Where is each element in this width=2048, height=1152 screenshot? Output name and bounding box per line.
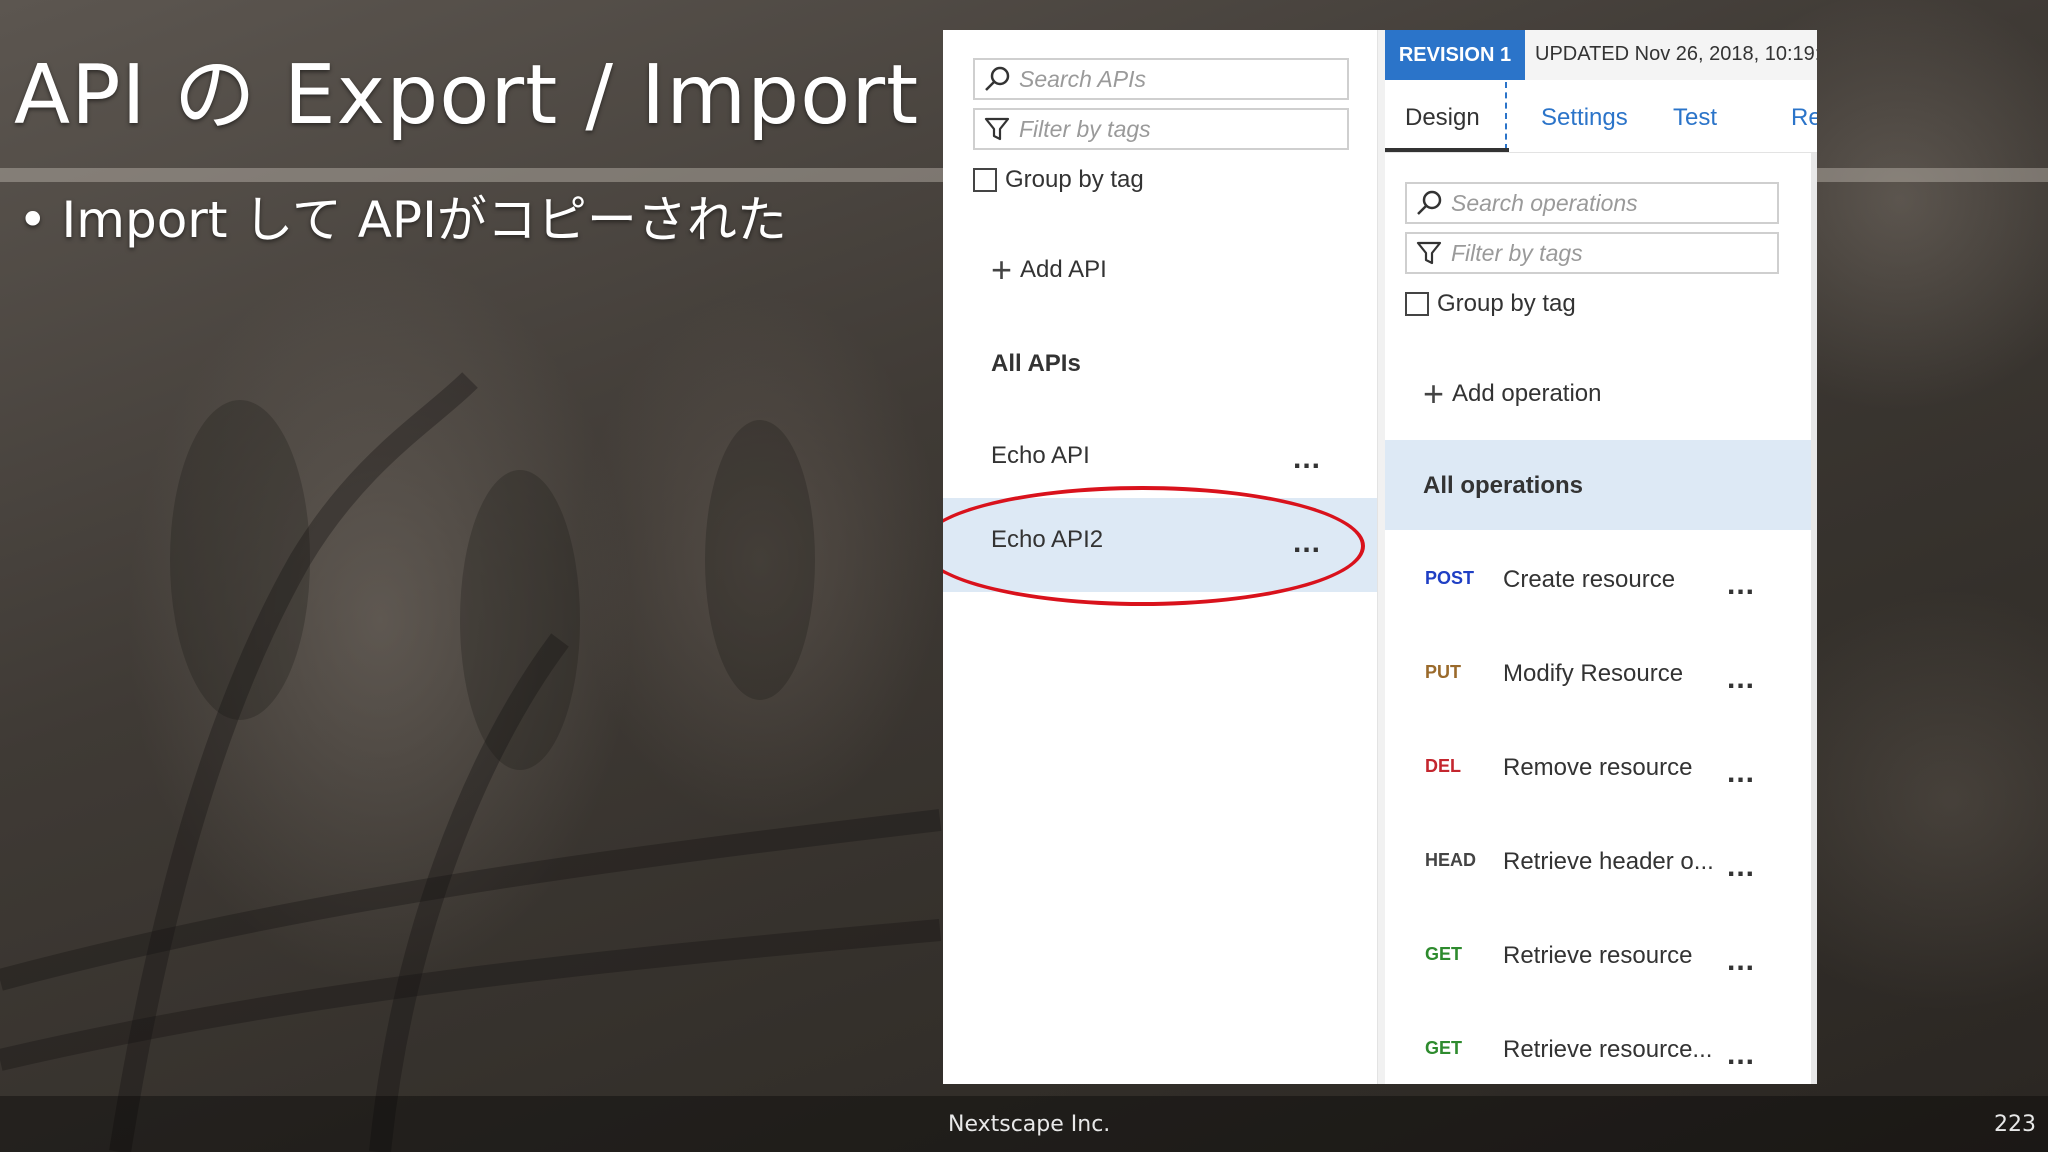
group-by-tag-label: Group by tag bbox=[1005, 166, 1144, 193]
group-by-tag-label: Group by tag bbox=[1437, 290, 1576, 317]
http-method-badge: POST bbox=[1425, 568, 1475, 588]
tab-focus-outline bbox=[1505, 82, 1507, 150]
api-name: Echo API bbox=[991, 442, 1090, 469]
group-by-tag-checkbox[interactable] bbox=[973, 168, 997, 192]
revision-bar: REVISION 1 UPDATED Nov 26, 2018, 10:19:5 bbox=[1385, 30, 1817, 80]
filter-operations-input[interactable]: Filter by tags bbox=[1405, 232, 1779, 274]
more-options-icon[interactable]: ... bbox=[1293, 444, 1321, 474]
all-apis-header[interactable]: All APIs bbox=[991, 350, 1081, 378]
operation-name: Retrieve resource... bbox=[1503, 1036, 1713, 1063]
footer-company: Nextscape Inc. bbox=[948, 1112, 1111, 1137]
api-list-pane: Search APIs Filter by tags Group by tag … bbox=[943, 30, 1377, 1084]
revision-badge[interactable]: REVISION 1 bbox=[1385, 30, 1525, 80]
scrollbar[interactable] bbox=[1811, 153, 1817, 1084]
filter-apis-input[interactable]: Filter by tags bbox=[973, 108, 1349, 150]
group-by-tag-checkbox[interactable] bbox=[1405, 292, 1429, 316]
add-operation-label: Add operation bbox=[1452, 380, 1602, 407]
slide-title: API の Export / Import bbox=[14, 48, 920, 143]
more-options-icon[interactable]: ... bbox=[1727, 570, 1755, 600]
more-options-icon[interactable]: ... bbox=[1727, 946, 1755, 976]
search-operations-input[interactable]: Search operations bbox=[1405, 182, 1779, 224]
search-icon bbox=[985, 66, 1010, 91]
more-options-icon[interactable]: ... bbox=[1727, 1040, 1755, 1070]
operations-group-by-tag-toggle[interactable]: Group by tag bbox=[1405, 290, 1576, 318]
add-api-button[interactable]: + Add API bbox=[991, 252, 1107, 288]
more-options-icon[interactable]: ... bbox=[1727, 664, 1755, 694]
operation-row[interactable]: PUT Modify Resource ... bbox=[1385, 632, 1811, 726]
operation-name: Retrieve header o... bbox=[1503, 848, 1714, 875]
operation-name: Create resource bbox=[1503, 566, 1676, 593]
filter-operations-placeholder: Filter by tags bbox=[1451, 239, 1583, 266]
operation-row[interactable]: DEL Remove resource ... bbox=[1385, 726, 1811, 820]
api-management-screenshot: Search APIs Filter by tags Group by tag … bbox=[943, 30, 1817, 1084]
http-method-badge: GET bbox=[1425, 944, 1463, 964]
operation-row[interactable]: GET Retrieve resource ... bbox=[1385, 914, 1811, 1008]
more-options-icon[interactable]: ... bbox=[1727, 852, 1755, 882]
group-by-tag-toggle[interactable]: Group by tag bbox=[973, 166, 1144, 194]
operation-name: Retrieve resource bbox=[1503, 942, 1693, 969]
operations-pane: REVISION 1 UPDATED Nov 26, 2018, 10:19:5… bbox=[1385, 30, 1817, 1084]
plus-icon: + bbox=[991, 249, 1013, 290]
updated-timestamp: UPDATED Nov 26, 2018, 10:19:5 bbox=[1535, 43, 1817, 65]
search-operations-placeholder: Search operations bbox=[1451, 189, 1638, 216]
search-apis-placeholder: Search APIs bbox=[1019, 65, 1146, 92]
operation-row[interactable]: GET Retrieve resource... ... bbox=[1385, 1008, 1811, 1084]
tab-revisions[interactable]: Re bbox=[1791, 104, 1817, 132]
tab-test[interactable]: Test bbox=[1673, 104, 1717, 132]
more-options-icon[interactable]: ... bbox=[1727, 758, 1755, 788]
filter-icon bbox=[1416, 241, 1442, 265]
tab-design[interactable]: Design bbox=[1405, 104, 1480, 132]
filter-apis-placeholder: Filter by tags bbox=[1019, 115, 1151, 142]
http-method-badge: DEL bbox=[1425, 756, 1461, 776]
operation-name: Modify Resource bbox=[1503, 660, 1684, 687]
search-icon bbox=[1417, 190, 1442, 215]
http-method-badge: HEAD bbox=[1425, 850, 1477, 870]
plus-icon: + bbox=[1423, 373, 1445, 414]
bullet-dot: • bbox=[18, 191, 48, 249]
http-method-badge: PUT bbox=[1425, 662, 1461, 682]
all-operations-item[interactable]: All operations bbox=[1385, 440, 1811, 530]
http-method-badge: GET bbox=[1425, 1038, 1463, 1058]
add-api-label: Add API bbox=[1020, 256, 1107, 283]
operation-row[interactable]: HEAD Retrieve header o... ... bbox=[1385, 820, 1811, 914]
operation-name: Remove resource bbox=[1503, 754, 1693, 781]
filter-icon bbox=[984, 117, 1010, 141]
search-apis-input[interactable]: Search APIs bbox=[973, 58, 1349, 100]
tabs-separator bbox=[1385, 152, 1817, 153]
tab-settings[interactable]: Settings bbox=[1541, 104, 1628, 132]
add-operation-button[interactable]: + Add operation bbox=[1423, 376, 1601, 412]
slide-bullet: • Import して APIがコピーされた bbox=[18, 180, 787, 252]
operation-row[interactable]: POST Create resource ... bbox=[1385, 538, 1811, 632]
all-operations-label: All operations bbox=[1423, 472, 1584, 499]
page-number: 223 bbox=[1994, 1112, 2036, 1137]
pane-divider[interactable] bbox=[1377, 30, 1385, 1084]
bullet-text: Import して APIがコピーされた bbox=[61, 191, 787, 249]
